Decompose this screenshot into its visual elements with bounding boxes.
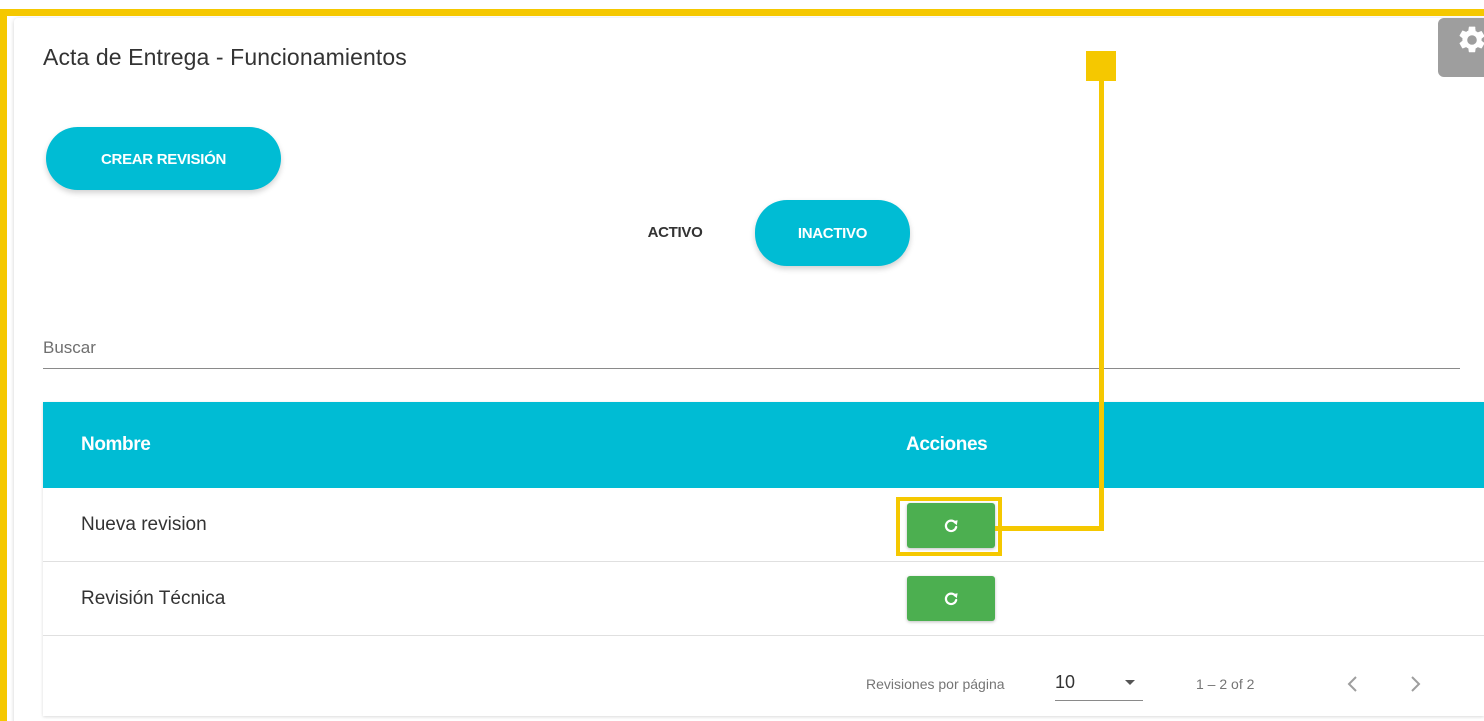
table-row: Revisión Técnica: [43, 562, 1484, 636]
row-name: Nueva revision: [81, 514, 207, 535]
per-page-value: 10: [1055, 672, 1076, 692]
revisions-table: Nombre Acciones Nueva revision Revisión …: [43, 402, 1484, 716]
page-range-label: 1 – 2 of 2: [1196, 676, 1255, 692]
previous-page-button[interactable]: [1333, 664, 1373, 704]
annotation-frame-left: [0, 9, 7, 721]
restore-button[interactable]: [907, 576, 995, 621]
annotation-highlight-box: [896, 497, 1002, 556]
table-footer-pagination: Revisiones por página 10 1 – 2 of 2: [43, 636, 1484, 716]
annotation-marker: [1086, 51, 1116, 81]
search-field: [43, 330, 1460, 369]
page-title: Acta de Entrega - Funcionamientos: [43, 44, 407, 70]
create-revision-button[interactable]: CREAR REVISIÓN: [46, 127, 281, 190]
settings-button[interactable]: [1438, 18, 1484, 77]
annotation-leader-horizontal: [995, 526, 1104, 531]
row-name: Revisión Técnica: [81, 588, 226, 609]
screen: Acta de Entrega - Funcionamientos CREAR …: [0, 0, 1484, 721]
dropdown-caret-icon: [1125, 680, 1135, 685]
tab-inactivo[interactable]: INACTIVO: [755, 200, 910, 266]
table-header: Nombre Acciones: [43, 402, 1484, 488]
per-page-select[interactable]: 10: [1055, 664, 1143, 701]
annotation-frame-top: [0, 9, 1484, 16]
annotation-leader-vertical: [1099, 78, 1104, 531]
next-page-button[interactable]: [1395, 664, 1435, 704]
column-header-nombre[interactable]: Nombre: [81, 402, 151, 488]
search-input[interactable]: [43, 330, 1460, 366]
chevron-right-icon: [1411, 676, 1421, 692]
column-header-acciones: Acciones: [906, 434, 988, 455]
per-page-label: Revisiones por página: [866, 676, 1005, 692]
gear-icon: [1459, 26, 1484, 53]
tab-activo[interactable]: ACTIVO: [620, 200, 730, 266]
chevron-left-icon: [1347, 676, 1357, 692]
restore-icon: [944, 592, 958, 605]
table-row: Nueva revision: [43, 488, 1484, 562]
